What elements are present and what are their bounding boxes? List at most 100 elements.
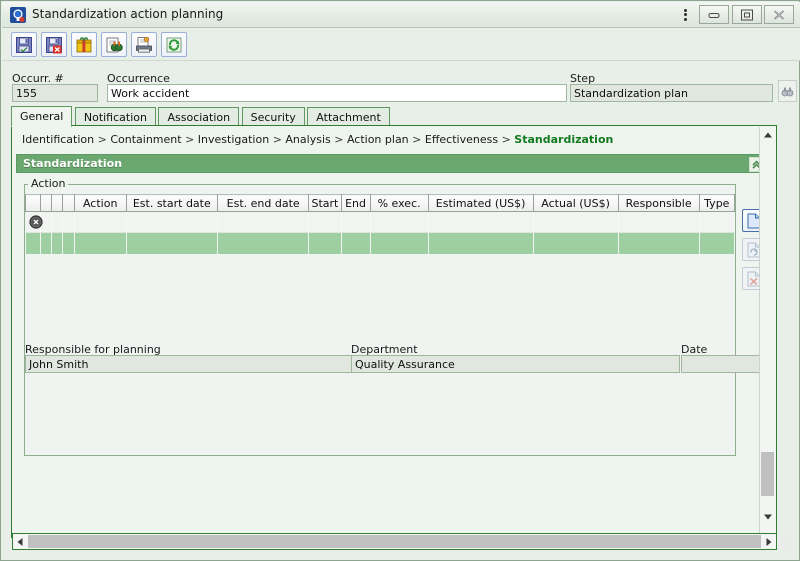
row-cell-start[interactable]	[308, 211, 342, 233]
row-cell-actual-usd[interactable]	[533, 211, 619, 233]
close-button[interactable]	[764, 5, 794, 24]
row-cell-pct-exec[interactable]	[370, 232, 429, 254]
row-cell-est-end-date[interactable]	[217, 211, 310, 233]
breadcrumb-separator: >	[334, 133, 344, 146]
panel-vertical-scrollbar[interactable]	[759, 127, 775, 538]
row-cell[interactable]	[62, 232, 75, 254]
row-cell-end[interactable]	[341, 232, 371, 254]
general-tab-panel: Identification > Containment > Investiga…	[11, 125, 777, 538]
save-button[interactable]	[11, 32, 37, 57]
row-cell-responsible[interactable]	[618, 232, 700, 254]
scroll-thumb[interactable]	[28, 535, 761, 548]
occurrence-number-field[interactable]: 155	[12, 84, 98, 102]
scroll-right-button[interactable]	[762, 534, 776, 549]
save-and-close-button[interactable]	[41, 32, 67, 57]
tab-association[interactable]: Association	[158, 107, 240, 127]
column-header-flag3[interactable]	[62, 194, 75, 212]
tab-notification[interactable]: Notification	[74, 107, 156, 127]
refresh-button[interactable]	[161, 32, 187, 57]
row-marker-cell[interactable]	[25, 232, 41, 254]
tab-security[interactable]: Security	[241, 107, 305, 127]
row-cell-start[interactable]	[308, 232, 342, 254]
column-header-actual-usd[interactable]: Actual (US$)	[532, 194, 619, 212]
department-field[interactable]: Quality Assurance	[351, 355, 680, 373]
column-header-select[interactable]	[25, 194, 41, 212]
column-header-start[interactable]: Start	[308, 194, 342, 212]
row-cell-responsible[interactable]	[618, 211, 700, 233]
app-icon	[10, 7, 26, 23]
scroll-down-button[interactable]	[760, 509, 775, 524]
panel-horizontal-scrollbar[interactable]	[12, 533, 777, 550]
row-cell-action[interactable]	[74, 232, 127, 254]
row-cell-estimated-usd[interactable]	[428, 211, 534, 233]
minimize-button[interactable]	[699, 5, 729, 24]
column-header-flag2[interactable]	[50, 194, 64, 212]
triangle-up-icon	[763, 132, 772, 137]
attachments-button[interactable]	[71, 32, 97, 57]
tab-attachment[interactable]: Attachment	[307, 107, 390, 127]
scroll-left-button[interactable]	[13, 534, 27, 549]
row-cell-est-end-date[interactable]	[217, 232, 310, 254]
row-cell[interactable]	[62, 211, 75, 233]
date-field[interactable]	[681, 355, 767, 373]
table-row[interactable]	[25, 211, 736, 233]
breadcrumb-step-standardization[interactable]: Standardization	[514, 133, 613, 146]
standardization-section-header: Standardization	[16, 154, 768, 173]
maximize-button[interactable]	[731, 5, 762, 24]
breadcrumb-separator: >	[272, 133, 282, 146]
breadcrumb: Identification > Containment > Investiga…	[22, 133, 613, 146]
refresh-icon	[166, 37, 182, 52]
row-cell-type[interactable]	[699, 232, 736, 254]
row-cell-type[interactable]	[699, 211, 736, 233]
row-cell-est-start-date[interactable]	[126, 211, 218, 233]
row-cell[interactable]	[51, 211, 64, 233]
section-title: Standardization	[23, 157, 123, 170]
breadcrumb-step-analysis[interactable]: Analysis	[285, 133, 330, 146]
application-window: Standardization action planning Occurr. …	[0, 0, 800, 561]
occurrence-field[interactable]: Work accident	[107, 84, 567, 102]
row-cell-pct-exec[interactable]	[370, 211, 429, 233]
attachments-icon	[76, 36, 92, 52]
row-cell-est-start-date[interactable]	[126, 232, 218, 254]
row-cell-actual-usd[interactable]	[533, 232, 619, 254]
breadcrumb-step-action-plan[interactable]: Action plan	[347, 133, 409, 146]
column-header-estimated-usd[interactable]: Estimated (US$)	[427, 194, 534, 212]
column-header-flag1[interactable]	[39, 194, 52, 212]
row-marker-cell[interactable]	[25, 211, 43, 233]
step-field[interactable]: Standardization plan	[570, 84, 773, 102]
action-group-legend: Action	[28, 177, 69, 190]
column-header-end[interactable]: End	[340, 194, 371, 212]
scrollbar-corner	[778, 533, 793, 550]
column-header-est-start-date[interactable]: Est. start date	[125, 194, 218, 212]
toolbar	[2, 28, 800, 61]
row-cell-end[interactable]	[341, 211, 371, 233]
row-cell-estimated-usd[interactable]	[428, 232, 534, 254]
column-header-action[interactable]: Action	[73, 194, 127, 212]
table-row[interactable]	[25, 232, 736, 254]
breadcrumb-step-investigation[interactable]: Investigation	[198, 133, 269, 146]
step-search-button[interactable]	[778, 80, 797, 102]
tab-general[interactable]: General	[11, 106, 73, 127]
breadcrumb-step-identification[interactable]: Identification	[22, 133, 94, 146]
row-cell[interactable]	[51, 232, 64, 254]
column-header-pct-exec[interactable]: % exec.	[369, 194, 429, 212]
responsible-field[interactable]: John Smith	[25, 355, 353, 373]
row-cell-action[interactable]	[74, 211, 127, 233]
column-header-est-end-date[interactable]: Est. end date	[216, 194, 310, 212]
print-button[interactable]	[131, 32, 157, 57]
triangle-right-icon	[766, 537, 772, 546]
breadcrumb-step-containment[interactable]: Containment	[110, 133, 181, 146]
search-document-button[interactable]	[101, 32, 127, 57]
column-header-type[interactable]: Type	[698, 194, 736, 212]
window-menu-dots[interactable]	[678, 7, 692, 23]
breadcrumb-separator: >	[185, 133, 195, 146]
title-bar: Standardization action planning	[2, 2, 800, 28]
breadcrumb-step-effectiveness[interactable]: Effectiveness	[425, 133, 498, 146]
scroll-up-button[interactable]	[760, 127, 775, 142]
scroll-thumb[interactable]	[761, 452, 774, 496]
save-icon	[16, 36, 32, 53]
breadcrumb-separator: >	[97, 133, 107, 146]
column-header-responsible[interactable]: Responsible	[617, 194, 700, 212]
action-table: Action Est. start date Est. end date Sta…	[25, 194, 736, 254]
row-cell[interactable]	[40, 232, 52, 254]
